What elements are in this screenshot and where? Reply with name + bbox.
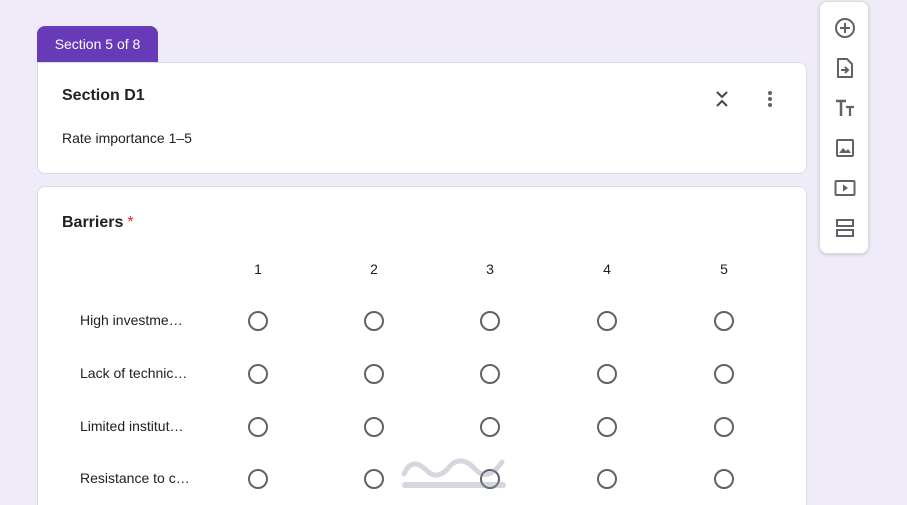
watermark-logo <box>398 448 510 494</box>
radio-row4-col5[interactable] <box>714 469 734 489</box>
radio-row1-col3[interactable] <box>480 311 500 331</box>
question-title-text: Barriers <box>62 214 124 231</box>
radio-row4-col1[interactable] <box>248 469 268 489</box>
radio-row1-col2[interactable] <box>364 311 384 331</box>
radio-row1-col5[interactable] <box>714 311 734 331</box>
add-video-icon <box>834 180 856 196</box>
column-label-5: 5 <box>720 261 728 277</box>
radio-row1-col1[interactable] <box>248 311 268 331</box>
collapse-icon <box>716 91 728 107</box>
add-question-button[interactable] <box>831 14 859 42</box>
add-question-icon <box>835 18 855 38</box>
row-label-4: Resistance to c… <box>80 470 190 486</box>
column-label-1: 1 <box>254 261 262 277</box>
add-image-icon <box>836 139 854 157</box>
section-tab: Section 5 of 8 <box>37 26 158 62</box>
row-label-2: Lack of technic… <box>80 365 188 381</box>
radio-row3-col4[interactable] <box>597 417 617 437</box>
radio-row2-col5[interactable] <box>714 364 734 384</box>
more-vert-icon <box>768 91 772 107</box>
radio-row3-col5[interactable] <box>714 417 734 437</box>
import-questions-icon <box>837 58 853 78</box>
radio-row3-col1[interactable] <box>248 417 268 437</box>
radio-row4-col2[interactable] <box>364 469 384 489</box>
radio-row4-col4[interactable] <box>597 469 617 489</box>
radio-row1-col4[interactable] <box>597 311 617 331</box>
radio-row2-col3[interactable] <box>480 364 500 384</box>
more-options-button[interactable] <box>756 85 784 113</box>
row-label-3: Limited institut… <box>80 418 184 434</box>
collapse-section-button[interactable] <box>708 85 736 113</box>
floating-toolbar <box>819 1 869 254</box>
section-description[interactable]: Rate importance 1–5 <box>62 130 192 146</box>
radio-row3-col3[interactable] <box>480 417 500 437</box>
column-label-2: 2 <box>370 261 378 277</box>
add-video-button[interactable] <box>831 174 859 202</box>
add-section-icon <box>836 219 854 237</box>
add-title-icon <box>836 99 854 116</box>
column-label-4: 4 <box>603 261 611 277</box>
question-title: Barriers * <box>62 214 134 232</box>
add-section-button[interactable] <box>831 214 859 242</box>
radio-row2-col1[interactable] <box>248 364 268 384</box>
import-questions-button[interactable] <box>831 54 859 82</box>
row-label-1: High investme… <box>80 312 183 328</box>
add-image-button[interactable] <box>831 134 859 162</box>
radio-row3-col2[interactable] <box>364 417 384 437</box>
section-header-card: Section D1 Rate importance 1–5 <box>37 62 807 174</box>
radio-row2-col4[interactable] <box>597 364 617 384</box>
column-label-3: 3 <box>486 261 494 277</box>
required-marker: * <box>127 214 134 231</box>
section-title[interactable]: Section D1 <box>62 87 145 105</box>
add-title-button[interactable] <box>831 94 859 122</box>
radio-row2-col2[interactable] <box>364 364 384 384</box>
